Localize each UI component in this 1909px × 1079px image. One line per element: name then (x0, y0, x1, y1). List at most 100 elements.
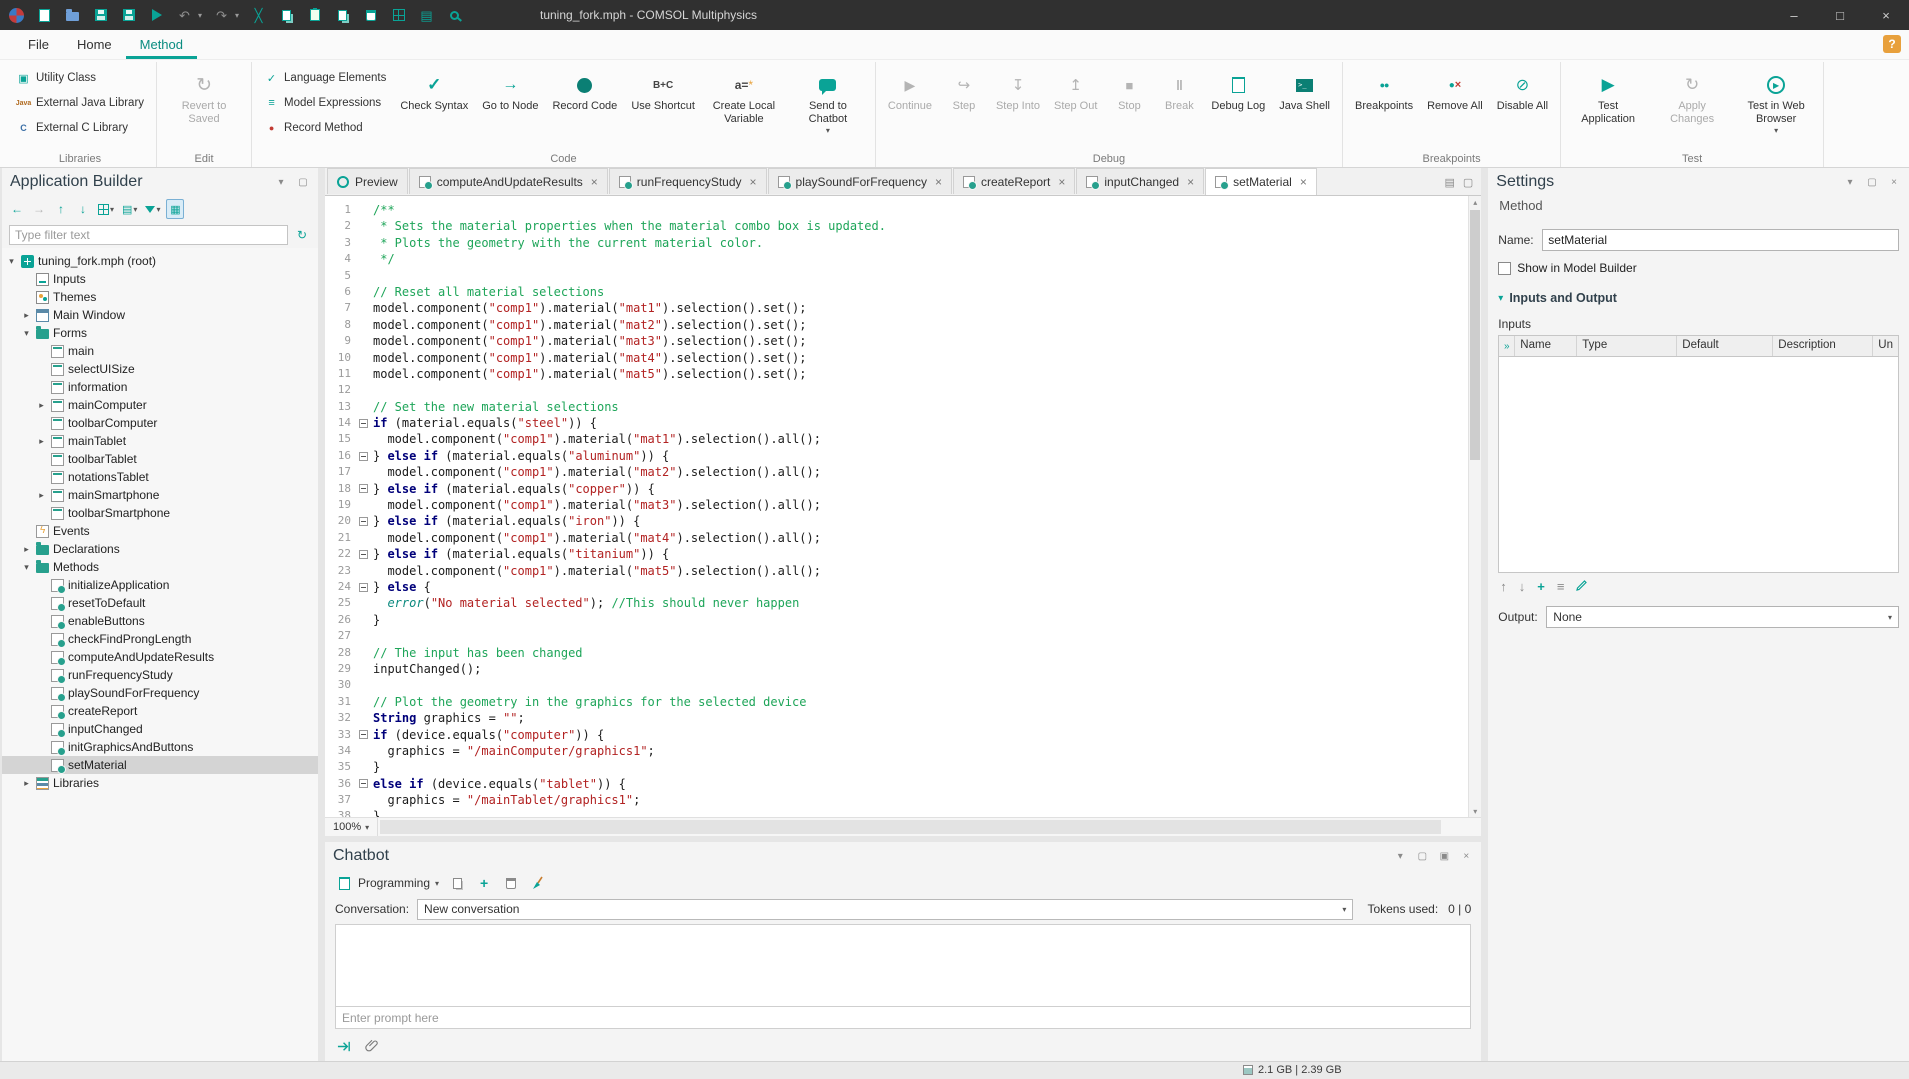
tree-toggle-icon[interactable]: ▸ (36, 490, 47, 501)
tree-item-toolbarcomputer[interactable]: toolbarComputer (2, 414, 318, 432)
model-expressions-button[interactable]: ≡ Model Expressions (259, 92, 391, 114)
tree-toggle-icon[interactable]: ▸ (36, 436, 47, 447)
minimize-button[interactable]: – (1771, 0, 1817, 30)
code-line-25[interactable]: 25 error("No material selected"); //This… (325, 595, 1468, 611)
test-in-web-browser-dropdown-icon[interactable]: ▾ (1774, 126, 1778, 135)
tree-item-maincomputer[interactable]: ▸mainComputer (2, 396, 318, 414)
edit-input-button[interactable] (1576, 579, 1588, 594)
code-line-38[interactable]: 38} (325, 808, 1468, 817)
step-out-button[interactable]: ↥ Step Out (1049, 65, 1102, 113)
apply-changes-button[interactable]: ↻ Apply Changes (1652, 65, 1732, 126)
save-button[interactable] (92, 7, 109, 24)
tree-item-toolbarsmartphone[interactable]: toolbarSmartphone (2, 504, 318, 522)
zoom-extents-button[interactable] (446, 7, 463, 24)
tree-toggle-icon[interactable]: ▸ (36, 400, 47, 411)
settings-collapse-icon[interactable]: ▾ (1843, 177, 1857, 188)
tab-close-icon[interactable]: × (935, 175, 942, 189)
chatbot-pin-icon[interactable]: ▣ (1437, 851, 1451, 862)
tree-item-enablebuttons[interactable]: enableButtons (2, 612, 318, 630)
show-in-model-builder-checkbox[interactable] (1498, 262, 1511, 275)
revert-to-saved-button[interactable]: ↻ Revert to Saved (164, 65, 244, 126)
panel-float-icon[interactable]: ▢ (296, 177, 310, 188)
tab-close-icon[interactable]: × (1187, 175, 1194, 189)
add-input-button[interactable]: + (1537, 579, 1545, 594)
move-up-button[interactable]: ↑ (52, 199, 70, 219)
editor-float-icon[interactable]: ▢ (1463, 176, 1473, 189)
new-file-button[interactable] (36, 7, 53, 24)
editor-tab-playsoundforfrequency[interactable]: playSoundForFrequency× (768, 168, 952, 194)
inputs-table-body[interactable] (1499, 357, 1898, 572)
fold-toggle-icon[interactable] (359, 546, 373, 562)
remove-all-breakpoints-button[interactable]: ●× Remove All (1422, 65, 1488, 113)
fold-toggle-icon[interactable] (359, 579, 373, 595)
save-as-button[interactable] (120, 7, 137, 24)
tree-item-checkfindpronglength[interactable]: checkFindProngLength (2, 630, 318, 648)
code-line-32[interactable]: 32String graphics = ""; (325, 710, 1468, 726)
editor-tab-computeandupdateresults[interactable]: computeAndUpdateResults× (409, 168, 608, 194)
dual-pane-toggle-button[interactable]: ▦ (166, 199, 184, 219)
open-file-button[interactable] (64, 7, 81, 24)
code-line-14[interactable]: 14if (material.equals("steel")) { (325, 415, 1468, 431)
code-line-23[interactable]: 23 model.component("comp1").material("ma… (325, 563, 1468, 579)
code-line-6[interactable]: 6// Reset all material selections (325, 284, 1468, 300)
code-line-8[interactable]: 8model.component("comp1").material("mat2… (325, 317, 1468, 333)
tree-item-computeandupdateresults[interactable]: computeAndUpdateResults (2, 648, 318, 666)
disable-all-breakpoints-button[interactable]: ⊘ Disable All (1492, 65, 1553, 113)
code-line-37[interactable]: 37 graphics = "/mainTablet/graphics1"; (325, 792, 1468, 808)
code-line-33[interactable]: 33if (device.equals("computer")) { (325, 727, 1468, 743)
tree-item-createreport[interactable]: createReport (2, 702, 318, 720)
settings-close-icon[interactable]: × (1887, 177, 1901, 188)
maximize-button[interactable]: □ (1817, 0, 1863, 30)
tree-columns-menu-button[interactable]: ▤▾ (120, 199, 139, 219)
tab-method[interactable]: Method (126, 31, 197, 59)
step-button[interactable]: ↪ Step (941, 65, 987, 113)
check-syntax-button[interactable]: ✓ Check Syntax (395, 65, 473, 113)
tree-item-toolbartablet[interactable]: toolbarTablet (2, 450, 318, 468)
run-application-button[interactable] (148, 7, 165, 24)
code-line-13[interactable]: 13// Set the new material selections (325, 399, 1468, 415)
tree-item-runfrequencystudy[interactable]: runFrequencyStudy (2, 666, 318, 684)
nav-back-button[interactable]: ← (8, 199, 26, 219)
filter-menu-button[interactable]: ▾ (143, 199, 162, 219)
chatbot-close-icon[interactable]: × (1459, 851, 1473, 862)
code-line-15[interactable]: 15 model.component("comp1").material("ma… (325, 431, 1468, 447)
code-line-36[interactable]: 36else if (device.equals("tablet")) { (325, 776, 1468, 792)
chatbot-collapse-icon[interactable]: ▾ (1393, 851, 1407, 862)
tab-close-icon[interactable]: × (1300, 175, 1307, 189)
cut-button[interactable]: ╳ (250, 7, 267, 24)
external-c-library-button[interactable]: C External C Library (11, 117, 149, 139)
vertical-scrollbar[interactable]: ▴ ▾ (1468, 196, 1481, 817)
fold-toggle-icon[interactable] (359, 776, 373, 792)
code-line-3[interactable]: 3 * Plots the geometry with the current … (325, 235, 1468, 251)
tree-item-forms[interactable]: ▾Forms (2, 324, 318, 342)
tree-filter-input[interactable] (9, 225, 288, 245)
scroll-up-icon[interactable]: ▴ (1469, 196, 1481, 208)
code-line-26[interactable]: 26} (325, 612, 1468, 628)
tree-item-inputs[interactable]: Inputs (2, 270, 318, 288)
send-to-chatbot-button[interactable]: Send to Chatbot ▾ (788, 65, 868, 135)
code-line-31[interactable]: 31// Plot the geometry in the graphics f… (325, 694, 1468, 710)
tree-item-inputchanged[interactable]: inputChanged (2, 720, 318, 738)
close-button[interactable]: × (1863, 0, 1909, 30)
tree-item-initializeapplication[interactable]: initializeApplication (2, 576, 318, 594)
tree-item-declarations[interactable]: ▸Declarations (2, 540, 318, 558)
send-prompt-button[interactable] (335, 1037, 353, 1055)
stop-button[interactable]: ■ Stop (1106, 65, 1152, 113)
code-line-34[interactable]: 34 graphics = "/mainComputer/graphics1"; (325, 743, 1468, 759)
continue-button[interactable]: ▶ Continue (883, 65, 937, 113)
fold-toggle-icon[interactable] (359, 481, 373, 497)
output-select[interactable]: None ▾ (1546, 606, 1899, 628)
input-move-up-button[interactable]: ↑ (1500, 579, 1507, 594)
tab-close-icon[interactable]: × (1058, 175, 1065, 189)
move-down-button[interactable]: ↓ (74, 199, 92, 219)
tree-item-resettodefault[interactable]: resetToDefault (2, 594, 318, 612)
step-into-button[interactable]: ↧ Step Into (991, 65, 1045, 113)
chatbot-mode-dropdown[interactable]: Programming ▾ (335, 874, 439, 892)
external-java-library-button[interactable]: Java External Java Library (11, 92, 149, 114)
attach-file-paperclip-icon[interactable] (363, 1037, 381, 1055)
break-button[interactable]: ‖ Break (1156, 65, 1202, 113)
input-move-down-button[interactable]: ↓ (1519, 579, 1526, 594)
tree-toggle-icon[interactable]: ▸ (21, 544, 32, 555)
code-line-1[interactable]: 1/** (325, 202, 1468, 218)
duplicate-button[interactable] (334, 7, 351, 24)
